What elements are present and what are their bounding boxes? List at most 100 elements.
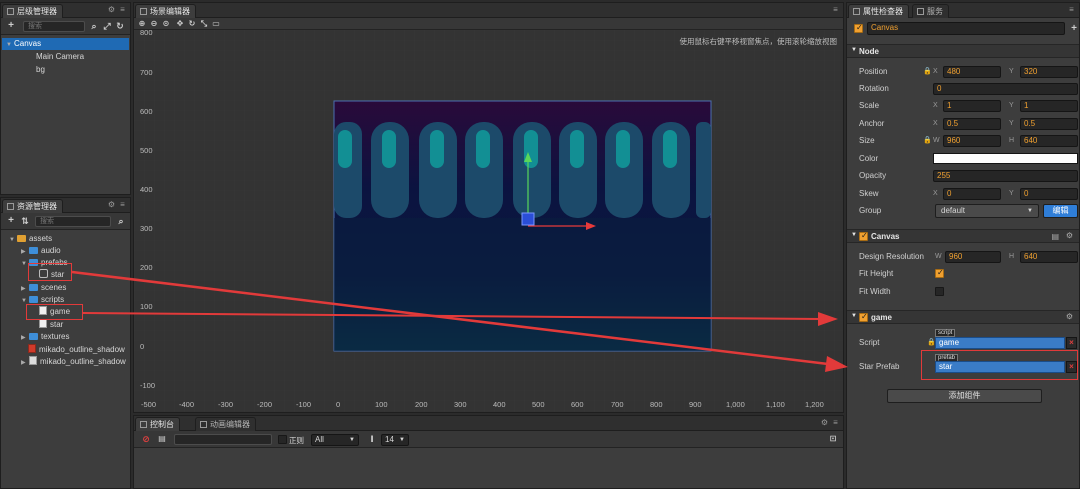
- assets-search-input[interactable]: 搜索: [35, 216, 111, 227]
- root-folder-icon: [17, 235, 26, 242]
- tree-node-bg[interactable]: bg: [36, 64, 45, 76]
- lock-icon[interactable]: 🔒: [923, 67, 932, 75]
- scene-grid: [134, 30, 843, 412]
- design-width-input[interactable]: 960: [945, 251, 1001, 263]
- scale-x-input[interactable]: 1: [943, 100, 1001, 112]
- game-enabled-checkbox[interactable]: [859, 312, 868, 322]
- folder-icon: [29, 247, 38, 254]
- scale-tool-icon[interactable]: ⤡: [198, 18, 210, 30]
- size-w-input[interactable]: 960: [943, 135, 1001, 147]
- position-y-input[interactable]: 320: [1020, 66, 1078, 78]
- tree-node-main-camera[interactable]: Main Camera: [36, 51, 84, 63]
- zoom-reset-icon[interactable]: ⊙: [160, 18, 172, 30]
- scale-row: Scale X 1 Y 1: [849, 99, 1078, 113]
- node-name-input[interactable]: Canvas: [867, 22, 1065, 35]
- gear-icon[interactable]: ⚙: [107, 5, 116, 14]
- skew-x-input[interactable]: 0: [943, 188, 1001, 200]
- expand-icon[interactable]: ⤢: [101, 20, 113, 32]
- console-filter-input[interactable]: [174, 434, 272, 445]
- fit-width-checkbox[interactable]: [935, 287, 944, 296]
- animation-tab-label: 动画编辑器: [210, 420, 250, 429]
- x-tick: 100: [375, 400, 388, 409]
- position-x-input[interactable]: 480: [943, 66, 1001, 78]
- fit-height-checkbox[interactable]: [935, 268, 944, 278]
- add-component-button[interactable]: 添加组件: [887, 389, 1042, 403]
- lock-icon[interactable]: 🔒: [923, 136, 932, 144]
- open-log-icon[interactable]: ▤: [156, 433, 168, 445]
- rotation-input[interactable]: 0: [933, 83, 1078, 95]
- gear-icon[interactable]: ⚙: [1066, 231, 1073, 240]
- asset-script-star[interactable]: star: [39, 319, 63, 331]
- hierarchy-icon: [7, 8, 14, 15]
- collapse-arrow-icon: ▼: [851, 47, 857, 53]
- move-tool-icon[interactable]: ✥: [174, 18, 186, 30]
- tab-animation[interactable]: 动画编辑器: [195, 417, 256, 431]
- hierarchy-search-input[interactable]: 搜索: [23, 21, 85, 32]
- clear-script-icon[interactable]: ×: [1066, 337, 1077, 349]
- game-section-header[interactable]: ▼ game ⚙: [847, 310, 1079, 324]
- tab-console[interactable]: 控制台: [135, 417, 180, 431]
- canvas-section-header[interactable]: ▼ Canvas ▤ ⚙: [847, 229, 1079, 243]
- tree-node-canvas[interactable]: ▼ Canvas: [2, 38, 129, 50]
- anchor-x-input[interactable]: 0.5: [943, 118, 1001, 130]
- search-icon[interactable]: ⌕: [88, 20, 100, 32]
- asset-root[interactable]: ▼ assets: [9, 233, 52, 245]
- tab-hierarchy[interactable]: 层级管理器: [2, 4, 63, 18]
- gear-icon[interactable]: ⚙: [820, 418, 829, 427]
- log-level-select[interactable]: All ▼: [311, 434, 359, 446]
- color-swatch[interactable]: [933, 153, 1078, 164]
- search-icon[interactable]: ⌕: [115, 215, 127, 227]
- x-tick: 1,200: [805, 400, 824, 409]
- tab-scene[interactable]: 场景编辑器: [135, 4, 196, 18]
- sort-icon[interactable]: ⇅: [19, 215, 31, 227]
- menu-icon[interactable]: ≡: [1067, 5, 1076, 14]
- anchor-y-input[interactable]: 0.5: [1020, 118, 1078, 130]
- asset-folder-textures[interactable]: ▶ textures: [21, 331, 69, 343]
- group-select[interactable]: default ▼: [935, 204, 1039, 218]
- size-h-input[interactable]: 640: [1020, 135, 1078, 147]
- node-active-checkbox[interactable]: [854, 23, 863, 33]
- opacity-row: Opacity 255: [849, 169, 1078, 183]
- scale-label: Scale: [859, 101, 880, 110]
- fit-width-row: Fit Width: [849, 285, 1077, 299]
- skew-y-input[interactable]: 0: [1020, 188, 1078, 200]
- canvas-enabled-checkbox[interactable]: [859, 231, 868, 241]
- regex-checkbox[interactable]: [278, 435, 287, 444]
- rotate-tool-icon[interactable]: ↻: [186, 18, 198, 30]
- menu-icon[interactable]: ≡: [831, 418, 840, 427]
- asset-label: textures: [41, 332, 70, 341]
- scale-y-input[interactable]: 1: [1020, 100, 1078, 112]
- script-field[interactable]: game: [935, 337, 1065, 349]
- menu-icon[interactable]: ≡: [118, 200, 127, 209]
- help-icon[interactable]: ▤: [1051, 232, 1059, 241]
- add-node-button[interactable]: +: [5, 20, 17, 32]
- add-icon[interactable]: +: [1068, 23, 1080, 35]
- collapse-icon[interactable]: ⊡: [827, 433, 839, 445]
- asset-label: scenes: [41, 283, 67, 292]
- w-axis-label: W: [935, 253, 942, 260]
- clear-icon[interactable]: ⊘: [140, 433, 152, 445]
- zoom-in-icon[interactable]: ⊕: [136, 18, 148, 30]
- zoom-out-icon[interactable]: ⊖: [148, 18, 160, 30]
- tab-inspector[interactable]: 属性检查器: [848, 4, 909, 18]
- menu-icon[interactable]: ≡: [118, 5, 127, 14]
- rect-tool-icon[interactable]: ▭: [210, 18, 222, 30]
- tab-assets[interactable]: 资源管理器: [2, 199, 63, 213]
- node-section-header[interactable]: ▼ Node: [847, 44, 1079, 58]
- refresh-icon[interactable]: ↻: [114, 20, 126, 32]
- asset-png[interactable]: ▶ mikado_outline_shadow: [21, 356, 126, 368]
- add-asset-button[interactable]: +: [5, 215, 17, 227]
- asset-folder-scenes[interactable]: ▶ scenes: [21, 282, 66, 294]
- scene-viewport[interactable]: 使用鼠标右键平移视窗焦点，使用滚轮缩放视图 800 700 600 500 40…: [134, 30, 843, 412]
- design-height-input[interactable]: 640: [1020, 251, 1078, 263]
- gear-icon[interactable]: ⚙: [107, 200, 116, 209]
- opacity-input[interactable]: 255: [933, 170, 1078, 182]
- asset-folder-audio[interactable]: ▶ audio: [21, 245, 61, 257]
- asset-font[interactable]: mikado_outline_shadow: [28, 344, 125, 356]
- gear-icon[interactable]: ⚙: [1066, 312, 1073, 321]
- canvas-bg-image: [333, 100, 712, 352]
- tab-services[interactable]: 服务: [912, 4, 949, 18]
- font-size-select[interactable]: 14 ▼: [381, 434, 409, 446]
- group-edit-button[interactable]: 编辑: [1043, 204, 1078, 218]
- menu-icon[interactable]: ≡: [831, 5, 840, 14]
